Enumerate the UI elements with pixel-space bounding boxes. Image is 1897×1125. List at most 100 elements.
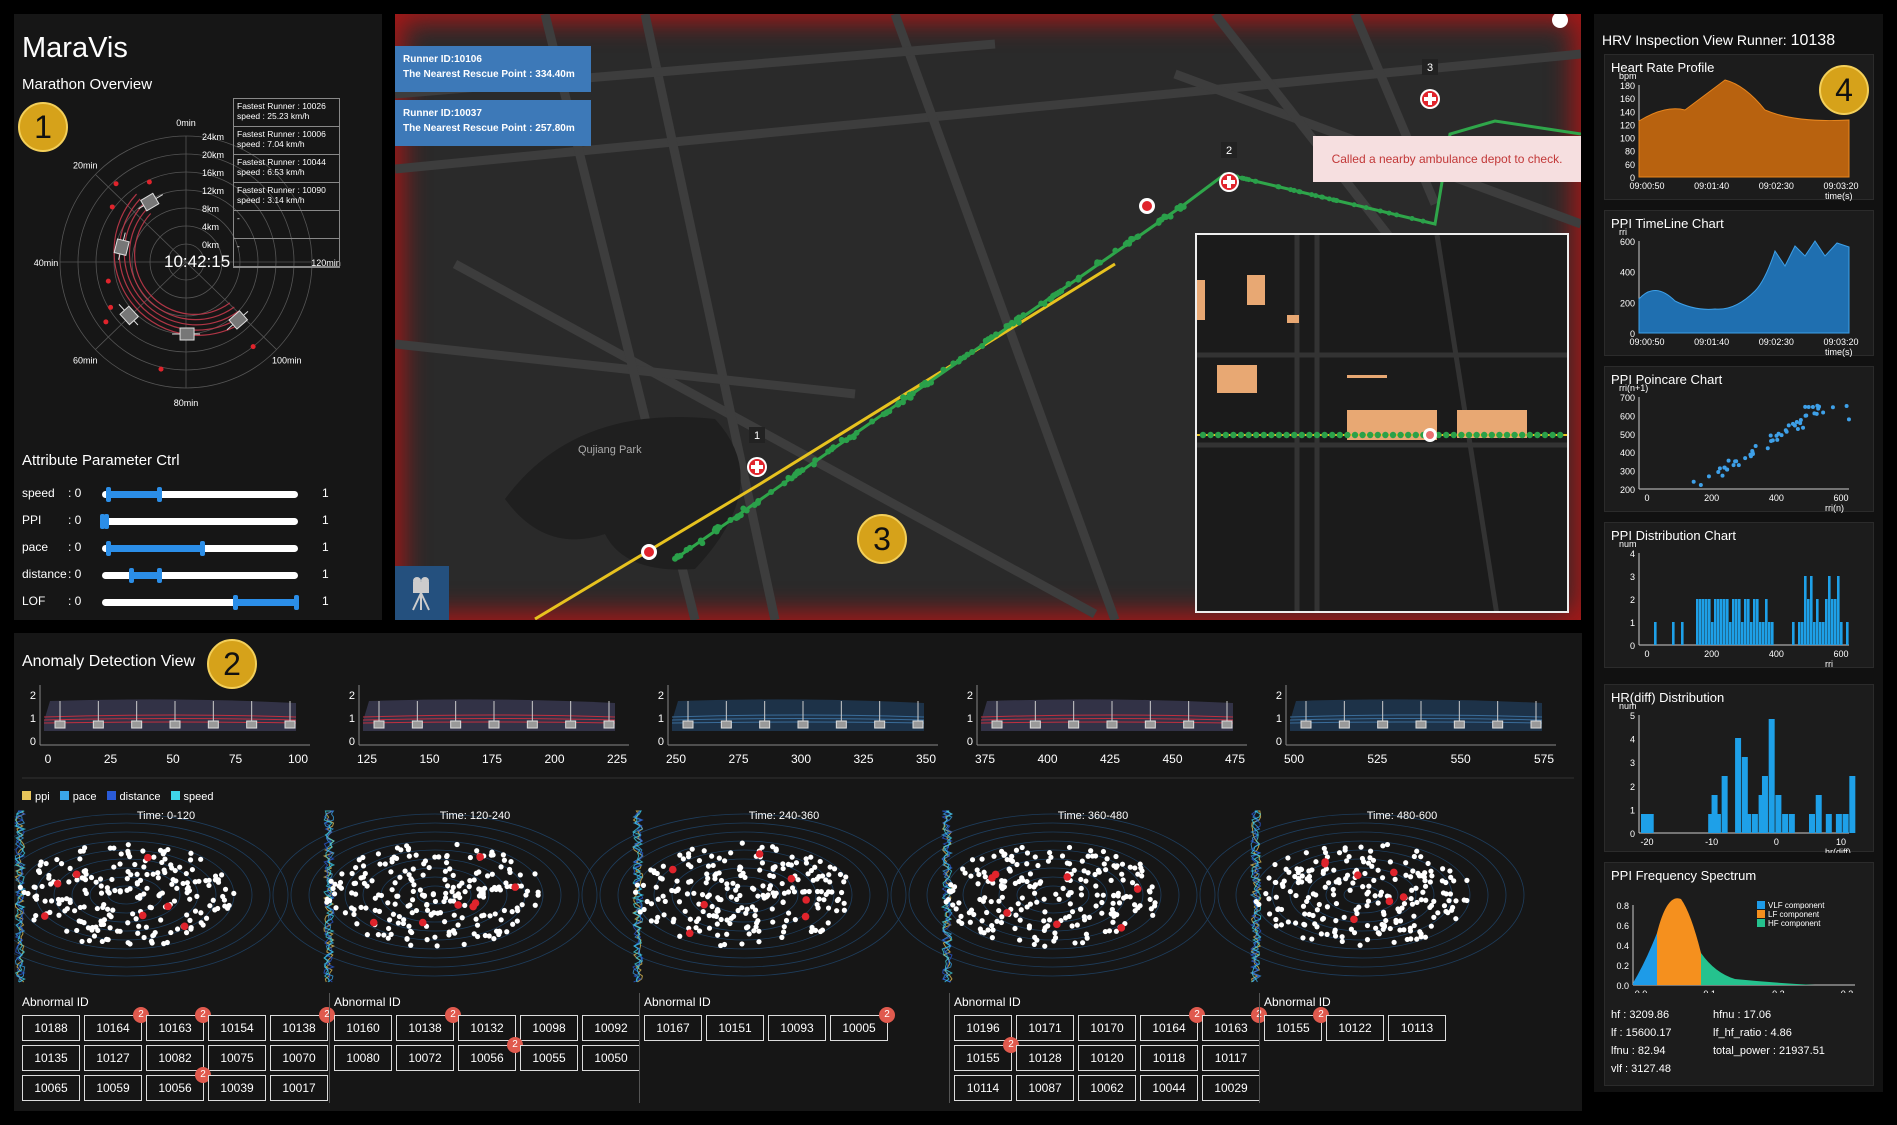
- anomaly-point[interactable]: [471, 899, 480, 907]
- runner-scatter-point[interactable]: [442, 877, 448, 883]
- ppi-histogram-bar[interactable]: [1717, 599, 1720, 645]
- runner-point[interactable]: [830, 444, 837, 451]
- runner-scatter-point[interactable]: [738, 872, 744, 879]
- runner-scatter-point[interactable]: [661, 912, 667, 918]
- runner-scatter-point[interactable]: [1077, 906, 1084, 912]
- runner-scatter-point[interactable]: [1041, 896, 1047, 902]
- runner-scatter-point[interactable]: [767, 872, 773, 879]
- runner-scatter-point[interactable]: [1066, 844, 1073, 851]
- runner-scatter-point[interactable]: [432, 898, 439, 905]
- runner-scatter-point[interactable]: [1381, 924, 1388, 930]
- runner-scatter-point[interactable]: [500, 852, 506, 858]
- runner-scatter-point[interactable]: [1017, 917, 1023, 923]
- runner-scatter-point[interactable]: [1067, 890, 1073, 896]
- runner-scatter-point[interactable]: [99, 938, 105, 945]
- runner-scatter-point[interactable]: [1286, 869, 1292, 875]
- runner-scatter-point[interactable]: [825, 905, 832, 911]
- runner-scatter-point[interactable]: [474, 933, 481, 940]
- runner-scatter-point[interactable]: [39, 883, 45, 890]
- runner-scatter-point[interactable]: [728, 894, 734, 900]
- runner-scatter-point[interactable]: [1413, 885, 1419, 891]
- poincare-point[interactable]: [1720, 473, 1725, 478]
- runner-scatter-point[interactable]: [1325, 880, 1332, 886]
- runner-scatter-point[interactable]: [394, 893, 400, 899]
- ppi-frequency-spectrum[interactable]: PPI Frequency Spectrum0.80.60.40.20.00.0…: [1604, 862, 1874, 1086]
- runner-scatter-point[interactable]: [789, 854, 795, 860]
- runner-scatter-point[interactable]: [1299, 879, 1305, 885]
- ppi-histogram-bar[interactable]: [1702, 599, 1705, 645]
- runner-scatter-point[interactable]: [743, 910, 749, 916]
- runner-scatter-point[interactable]: [819, 927, 826, 933]
- runner-scatter-point[interactable]: [1045, 858, 1052, 864]
- runner-scatter-point[interactable]: [1024, 904, 1030, 910]
- runner-scatter-point[interactable]: [785, 910, 792, 916]
- runner-scatter-point[interactable]: [808, 854, 814, 860]
- runner-scatter-point[interactable]: [999, 894, 1005, 900]
- runner-scatter-point[interactable]: [701, 848, 707, 854]
- runner-scatter-point[interactable]: [1431, 914, 1437, 920]
- runner-scatter-point[interactable]: [841, 900, 847, 906]
- runner-scatter-point[interactable]: [450, 872, 456, 878]
- runner-scatter-point[interactable]: [1053, 891, 1059, 897]
- ppi-histogram-bar[interactable]: [1813, 622, 1816, 645]
- anomaly-point[interactable]: [1053, 920, 1061, 929]
- runner-scatter-point[interactable]: [451, 912, 457, 918]
- runner-scatter-point[interactable]: [1292, 873, 1298, 880]
- runner-point[interactable]: [716, 524, 723, 531]
- runner-scatter-point[interactable]: [206, 882, 212, 889]
- poincare-point[interactable]: [1769, 439, 1774, 444]
- runner-scatter-point[interactable]: [1318, 931, 1324, 937]
- runner-scatter-point[interactable]: [731, 913, 737, 919]
- runner-scatter-point[interactable]: [107, 845, 113, 851]
- runner-point[interactable]: [1330, 197, 1336, 203]
- runner-scatter-point[interactable]: [985, 927, 991, 933]
- runner-scatter-point[interactable]: [1403, 872, 1409, 878]
- anomaly-point[interactable]: [72, 870, 81, 879]
- slider-handle-high[interactable]: [199, 541, 205, 556]
- runner-scatter-point[interactable]: [1272, 879, 1278, 886]
- runner-scatter-point[interactable]: [1418, 897, 1424, 903]
- runner-scatter-point[interactable]: [1100, 892, 1106, 898]
- runner-scatter-point[interactable]: [503, 880, 509, 886]
- runner-scatter-point[interactable]: [98, 890, 105, 896]
- ppi-histogram-bar[interactable]: [1699, 599, 1702, 645]
- runner-scatter-point[interactable]: [1314, 907, 1320, 913]
- runner-scatter-point[interactable]: [1092, 871, 1098, 878]
- runner-scatter-point[interactable]: [1310, 912, 1316, 919]
- runner-scatter-point[interactable]: [474, 922, 481, 928]
- runner-scatter-point[interactable]: [462, 889, 468, 895]
- runner-scatter-point[interactable]: [767, 883, 774, 889]
- runner-scatter-point[interactable]: [1393, 917, 1399, 923]
- runner-point[interactable]: [928, 379, 935, 386]
- runner-scatter-point[interactable]: [173, 878, 179, 884]
- runner-scatter-point[interactable]: [1019, 895, 1025, 901]
- runner-point[interactable]: [1394, 212, 1400, 218]
- ppi-histogram-bar[interactable]: [1792, 622, 1795, 645]
- runner-scatter-point[interactable]: [676, 899, 683, 905]
- runner-scatter-point[interactable]: [79, 938, 85, 945]
- runner-scatter-point[interactable]: [506, 866, 513, 873]
- runner-scatter-point[interactable]: [105, 906, 111, 912]
- runner-scatter-point[interactable]: [156, 892, 162, 898]
- runner-scatter-point[interactable]: [655, 896, 661, 902]
- runner-scatter-point[interactable]: [1348, 926, 1355, 932]
- runner-scatter-point[interactable]: [421, 861, 427, 867]
- runner-scatter-point[interactable]: [104, 885, 110, 891]
- runner-scatter-point[interactable]: [1339, 938, 1345, 945]
- runner-scatter-point[interactable]: [1422, 883, 1429, 889]
- runner-scatter-point[interactable]: [409, 897, 416, 903]
- runner-scatter-point[interactable]: [772, 864, 778, 870]
- runner-scatter-point[interactable]: [385, 900, 391, 906]
- runner-scatter-point[interactable]: [945, 896, 951, 903]
- runner-scatter-point[interactable]: [1064, 860, 1070, 866]
- hr-diff-bar[interactable]: [1815, 795, 1822, 833]
- runner-scatter-point[interactable]: [803, 856, 809, 862]
- runner-scatter-point[interactable]: [801, 889, 808, 895]
- runner-point[interactable]: [1313, 193, 1319, 199]
- runner-scatter-point[interactable]: [210, 897, 216, 903]
- runner-scatter-point[interactable]: [125, 940, 131, 946]
- runner-scatter-point[interactable]: [337, 879, 344, 886]
- runner-scatter-point[interactable]: [687, 916, 693, 922]
- poincare-point[interactable]: [1716, 470, 1721, 475]
- runner-scatter-point[interactable]: [1273, 916, 1279, 923]
